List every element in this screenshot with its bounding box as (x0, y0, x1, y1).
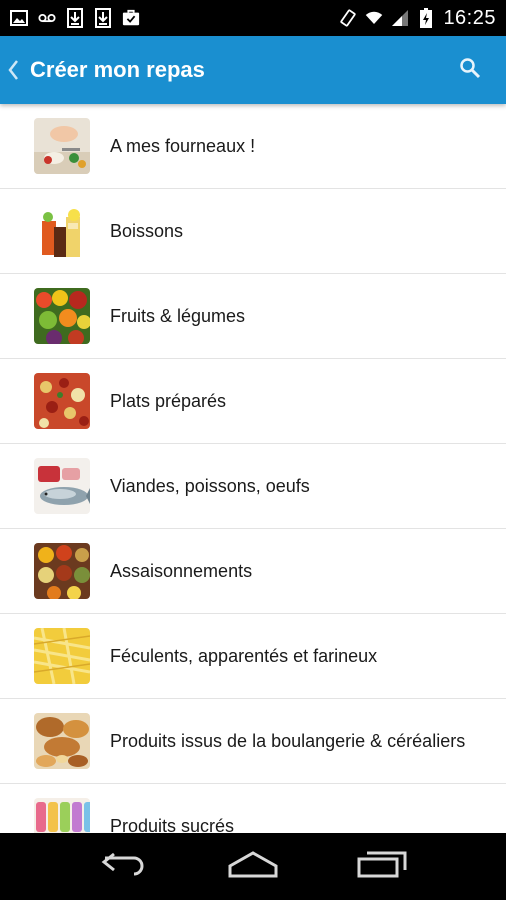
macarons-photo (34, 798, 90, 833)
bread-photo (34, 713, 90, 769)
drinks-photo (34, 203, 90, 259)
action-bar: Créer mon repas (0, 36, 506, 104)
list-item-label: Boissons (110, 221, 184, 241)
list-item[interactable]: Produits sucrés (0, 784, 506, 833)
search-icon (459, 57, 481, 84)
list-item[interactable]: Boissons (0, 189, 506, 274)
list-item[interactable]: Fruits & légumes (0, 274, 506, 359)
search-button[interactable] (456, 56, 484, 84)
pizza-photo (34, 373, 90, 429)
list-item-label: Fruits & légumes (110, 306, 246, 326)
briefcase-check-icon (122, 9, 140, 27)
navigation-bar (0, 833, 506, 900)
cooking-photo (34, 118, 90, 174)
pasta-photo (34, 628, 90, 684)
back-nav-icon (100, 850, 148, 883)
page-title: Créer mon repas (30, 57, 205, 82)
list-item-label: Viandes, poissons, oeufs (110, 476, 310, 496)
up-button[interactable]: Créer mon repas (0, 36, 205, 104)
list-item[interactable]: Viandes, poissons, oeufs (0, 444, 506, 529)
wifi-icon (365, 9, 383, 27)
list-item-label: Plats préparés (110, 391, 227, 411)
screen-rotation-icon (339, 9, 357, 27)
signal-icon (391, 9, 409, 27)
list-item-label: Produits sucrés (110, 816, 235, 833)
image-icon (10, 9, 28, 27)
list-item-label: Féculents, apparentés et farineux (110, 646, 378, 666)
list-item-label: A mes fourneaux ! (110, 136, 256, 156)
status-bar: 16:25 (0, 0, 506, 36)
download-icon (66, 8, 84, 28)
chevron-left-icon (4, 57, 22, 83)
list-item[interactable]: Féculents, apparentés et farineux (0, 614, 506, 699)
list-item-label: Assaisonnements (110, 561, 253, 581)
back-nav-button[interactable] (94, 847, 154, 887)
list-item[interactable]: Plats préparés (0, 359, 506, 444)
list-item-label: Produits issus de la boulangerie & céréa… (110, 731, 466, 751)
list-item[interactable]: Assaisonnements (0, 529, 506, 614)
category-list: A mes fourneaux ! Boissons Fruits & légu… (0, 104, 506, 833)
clock: 16:25 (443, 6, 496, 29)
notification-icons (10, 8, 140, 28)
home-nav-button[interactable] (223, 847, 283, 887)
vegetables-photo (34, 288, 90, 344)
download-icon (94, 8, 112, 28)
list-item[interactable]: A mes fourneaux ! (0, 104, 506, 189)
home-nav-icon (227, 850, 279, 883)
list-item[interactable]: Produits issus de la boulangerie & céréa… (0, 699, 506, 784)
recent-apps-icon (357, 850, 407, 883)
recent-apps-button[interactable] (352, 847, 412, 887)
battery-charging-icon (417, 8, 435, 28)
system-icons: 16:25 (339, 7, 496, 30)
voicemail-icon (38, 9, 56, 27)
fish-meat-photo (34, 458, 90, 514)
spices-photo (34, 543, 90, 599)
